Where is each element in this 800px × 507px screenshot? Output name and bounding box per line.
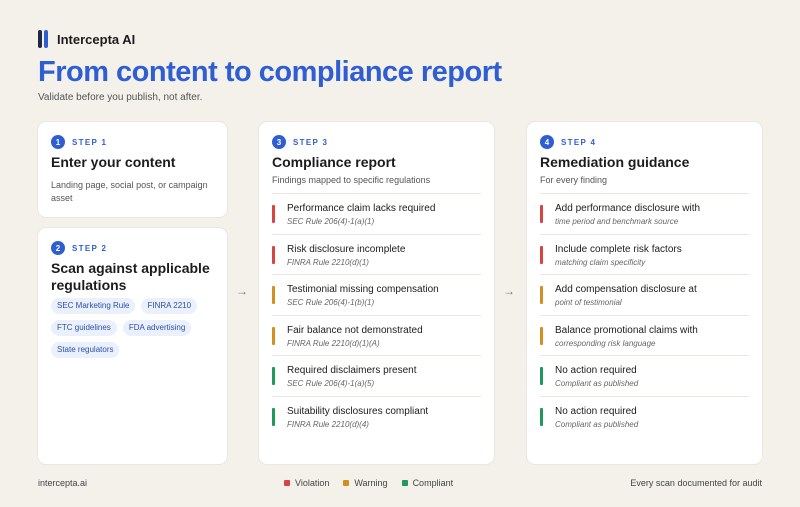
arrow-right-icon: → (236, 284, 248, 298)
regulation-tags: SEC Marketing Rule FINRA 2210 FTC guidel… (51, 298, 221, 358)
step-subtitle: Landing page, social post, or campaign a… (51, 180, 208, 203)
finding-title: Risk disclosure incomplete (287, 243, 406, 255)
legend-label: Compliant (412, 478, 454, 488)
status-bar (272, 367, 275, 385)
remediation-detail: time period and benchmark source (555, 217, 679, 226)
step-label: STEP 1 (72, 137, 108, 147)
step-label: STEP 4 (561, 137, 597, 147)
legend: Violation Warning Compliant (284, 478, 453, 488)
remediation-title: No action required (555, 405, 637, 417)
status-bar (540, 286, 543, 304)
finding-title: Performance claim lacks required (287, 203, 436, 214)
remediation-row: No action required Compliant as published (540, 395, 749, 437)
footer-link[interactable]: intercepta.ai (38, 478, 87, 488)
status-bar (272, 407, 275, 426)
finding-row: Required disclaimers present SEC Rule 206… (272, 355, 481, 396)
brand-logo-icon (38, 30, 49, 48)
regulation-tag: FDA advertising (122, 320, 192, 336)
finding-title: Testimonial missing compensation (287, 284, 439, 295)
regulation-tag: SEC Marketing Rule (51, 298, 136, 314)
finding-row: Risk disclosure incomplete FINRA Rule 221… (272, 233, 481, 275)
finding-rule: SEC Rule 206(4)-1(a)(5) (287, 379, 375, 388)
remediation-detail: Compliant as published (555, 419, 639, 429)
brand: Intercepta AI (38, 30, 135, 48)
remediation-row: No action required Compliant as published (540, 355, 749, 396)
remediation-row: Balance promotional claims with correspon… (540, 314, 749, 356)
finding-row: Fair balance not demonstrated FINRA Rule … (272, 314, 481, 356)
step-1-card: 1 STEP 1 Enter your content Landing page… (38, 122, 227, 217)
step-header: 1 STEP 1 (51, 135, 107, 149)
arrow-right-icon: → (503, 284, 515, 298)
step-number-badge: 1 (51, 135, 65, 149)
step-number-badge: 4 (540, 135, 554, 149)
remediation-title: Add performance disclosure with (555, 203, 701, 214)
status-bar (540, 326, 543, 345)
step-number-badge: 3 (272, 135, 286, 149)
finding-rule: SEC Rule 206(4)-1(b)(1) (287, 298, 375, 307)
remediation-title: No action required (555, 365, 637, 376)
legend-swatch (284, 480, 290, 486)
remediation-title: Add compensation disclosure at (555, 284, 697, 295)
status-bar (540, 407, 543, 426)
regulation-tag: State regulators (51, 342, 120, 358)
footer-note: Every scan documented for audit (630, 478, 762, 488)
regulation-tag: FINRA 2210 (141, 298, 198, 314)
finding-rule: FINRA Rule 2210(d)(1)(A) (287, 338, 380, 348)
finding-rule: FINRA Rule 2210(d)(4) (287, 419, 369, 429)
status-bar (540, 245, 543, 264)
regulation-tag: FTC guidelines (51, 320, 117, 336)
legend-item-warning: Warning (343, 478, 388, 488)
step-title: Compliance report (272, 154, 396, 170)
step-number-badge: 2 (51, 241, 65, 255)
step-label: STEP 3 (293, 137, 329, 147)
legend-label: Warning (354, 478, 388, 488)
remediation-list: Add performance disclosure with time peri… (540, 193, 749, 436)
remediation-row: Add performance disclosure with time peri… (540, 193, 749, 234)
step-header: 2 STEP 2 (51, 241, 107, 255)
remediation-detail: Compliant as published (555, 379, 639, 388)
page-title: From content to compliance report (38, 56, 502, 88)
findings-list: Performance claim lacks required SEC Rule… (272, 193, 481, 436)
remediation-row: Add compensation disclosure at point of t… (540, 274, 749, 315)
step-2-card: 2 STEP 2 Scan against applicable regulat… (38, 228, 227, 464)
step-title: Enter your content (51, 154, 176, 170)
step-title: Remediation guidance (540, 154, 690, 170)
finding-title: Required disclaimers present (287, 365, 417, 376)
step-header: 3 STEP 3 (272, 135, 328, 149)
finding-rule: FINRA Rule 2210(d)(1) (287, 257, 369, 267)
finding-row: Testimonial missing compensation SEC Rule… (272, 274, 481, 315)
status-bar (272, 205, 275, 223)
brand-name: Intercepta AI (57, 31, 136, 47)
status-bar (540, 367, 543, 385)
status-bar (272, 286, 275, 304)
finding-title: Fair balance not demonstrated (287, 324, 423, 336)
step-4-card: 4 STEP 4 Remediation guidance For every … (527, 122, 762, 464)
finding-rule: SEC Rule 206(4)-1(a)(1) (287, 217, 375, 226)
finding-row: Performance claim lacks required SEC Rule… (272, 193, 481, 234)
status-bar (272, 326, 275, 345)
finding-title: Suitability disclosures compliant (287, 405, 429, 417)
status-bar (272, 245, 275, 264)
step-header: 4 STEP 4 (540, 135, 596, 149)
legend-swatch (343, 480, 350, 486)
legend-label: Violation (295, 478, 330, 488)
step-label: STEP 2 (72, 243, 108, 253)
step-3-card: 3 STEP 3 Compliance report Findings mapp… (259, 122, 494, 464)
legend-item-violation: Violation (284, 478, 329, 488)
legend-item-compliant: Compliant (401, 478, 454, 488)
finding-row: Suitability disclosures compliant FINRA R… (272, 395, 481, 437)
remediation-title: Balance promotional claims with (555, 324, 698, 336)
page-subtitle: Validate before you publish, not after. (38, 92, 203, 103)
remediation-row: Include complete risk factors matching cl… (540, 233, 749, 275)
step-subtitle: Findings mapped to specific regulations (272, 175, 431, 185)
legend-swatch (401, 480, 408, 486)
step-subtitle: For every finding (540, 175, 608, 185)
remediation-detail: matching claim specificity (555, 257, 646, 267)
remediation-detail: point of testimonial (555, 298, 622, 307)
status-bar (540, 205, 543, 223)
remediation-title: Include complete risk factors (555, 243, 682, 255)
step-title: Scan against applicable regulations (51, 260, 210, 293)
remediation-detail: corresponding risk language (555, 338, 656, 348)
